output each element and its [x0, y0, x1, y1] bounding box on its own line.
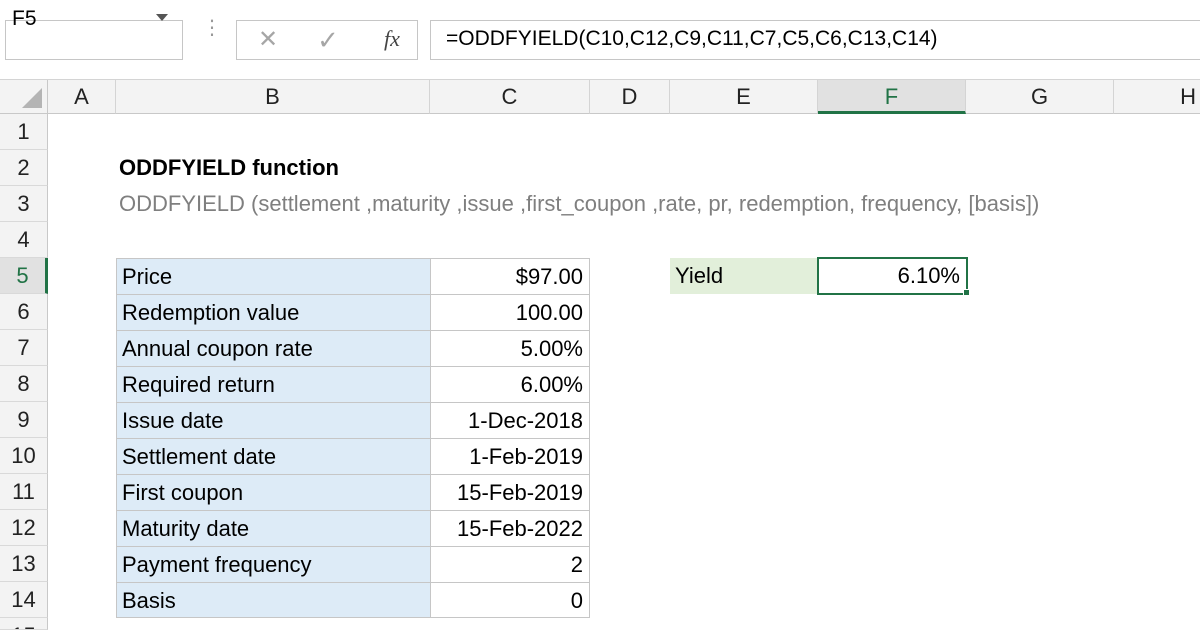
row-header-13[interactable]: 13 — [0, 546, 48, 582]
value-settlement-date[interactable]: 1-Feb-2019 — [430, 438, 590, 475]
value-redemption-value[interactable]: 100.00 — [430, 294, 590, 331]
cancel-icon[interactable]: ✕ — [254, 26, 282, 54]
label-basis[interactable]: Basis — [116, 582, 431, 618]
label-first-coupon[interactable]: First coupon — [116, 474, 431, 511]
formula-text: =ODDFYIELD(C10,C12,C9,C11,C7,C5,C6,C13,C… — [446, 27, 938, 50]
column-header-b[interactable]: B — [116, 80, 430, 114]
row-header-4[interactable]: 4 — [0, 222, 48, 258]
enter-icon[interactable]: ✓ — [314, 26, 342, 54]
label-settlement-date[interactable]: Settlement date — [116, 438, 431, 475]
value-first-coupon[interactable]: 15-Feb-2019 — [430, 474, 590, 511]
label-redemption-value[interactable]: Redemption value — [116, 294, 431, 331]
label-maturity-date[interactable]: Maturity date — [116, 510, 431, 547]
row-header-14[interactable]: 14 — [0, 582, 48, 618]
column-header-c[interactable]: C — [430, 80, 590, 114]
row-header-5[interactable]: 5 — [0, 258, 48, 294]
value-required-return[interactable]: 6.00% — [430, 366, 590, 403]
fill-handle[interactable] — [963, 289, 970, 296]
row-header-11[interactable]: 11 — [0, 474, 48, 510]
syntax-text: ODDFYIELD (settlement ,maturity ,issue ,… — [119, 191, 1040, 216]
label-price[interactable]: Price — [116, 258, 431, 295]
label-annual-coupon-rate[interactable]: Annual coupon rate — [116, 330, 431, 367]
row-header-1[interactable]: 1 — [0, 114, 48, 150]
row-header-10[interactable]: 10 — [0, 438, 48, 474]
chevron-down-icon[interactable] — [156, 14, 168, 21]
yield-label[interactable]: Yield — [670, 258, 818, 294]
value-annual-coupon-rate[interactable]: 5.00% — [430, 330, 590, 367]
column-header-f[interactable]: F — [818, 80, 966, 114]
value-maturity-date[interactable]: 15-Feb-2022 — [430, 510, 590, 547]
row-header-3[interactable]: 3 — [0, 186, 48, 222]
more-vertical-icon: ⋮ — [202, 17, 222, 39]
select-all-icon — [22, 88, 42, 108]
yield-value-cell[interactable]: 6.10% — [817, 257, 968, 295]
label-issue-date[interactable]: Issue date — [116, 402, 431, 439]
value-issue-date[interactable]: 1-Dec-2018 — [430, 402, 590, 439]
value-basis[interactable]: 0 — [430, 582, 590, 618]
row-header-2[interactable]: 2 — [0, 150, 48, 186]
value-payment-frequency[interactable]: 2 — [430, 546, 590, 583]
name-box-text: F5 — [12, 7, 37, 30]
label-required-return[interactable]: Required return — [116, 366, 431, 403]
sheet-title: ODDFYIELD function — [119, 155, 339, 180]
row-header-7[interactable]: 7 — [0, 330, 48, 366]
label-payment-frequency[interactable]: Payment frequency — [116, 546, 431, 583]
column-header-a[interactable]: A — [48, 80, 116, 114]
value-price[interactable]: $97.00 — [430, 258, 590, 295]
column-header-g[interactable]: G — [966, 80, 1114, 114]
row-header-9[interactable]: 9 — [0, 402, 48, 438]
row-header-12[interactable]: 12 — [0, 510, 48, 546]
column-header-e[interactable]: E — [670, 80, 818, 114]
insert-function-icon[interactable]: fx — [376, 24, 408, 54]
row-header-6[interactable]: 6 — [0, 294, 48, 330]
row-header-8[interactable]: 8 — [0, 366, 48, 402]
row-header-15[interactable]: 15 — [0, 618, 48, 630]
column-header-h[interactable]: H — [1114, 80, 1200, 114]
column-header-d[interactable]: D — [590, 80, 670, 114]
